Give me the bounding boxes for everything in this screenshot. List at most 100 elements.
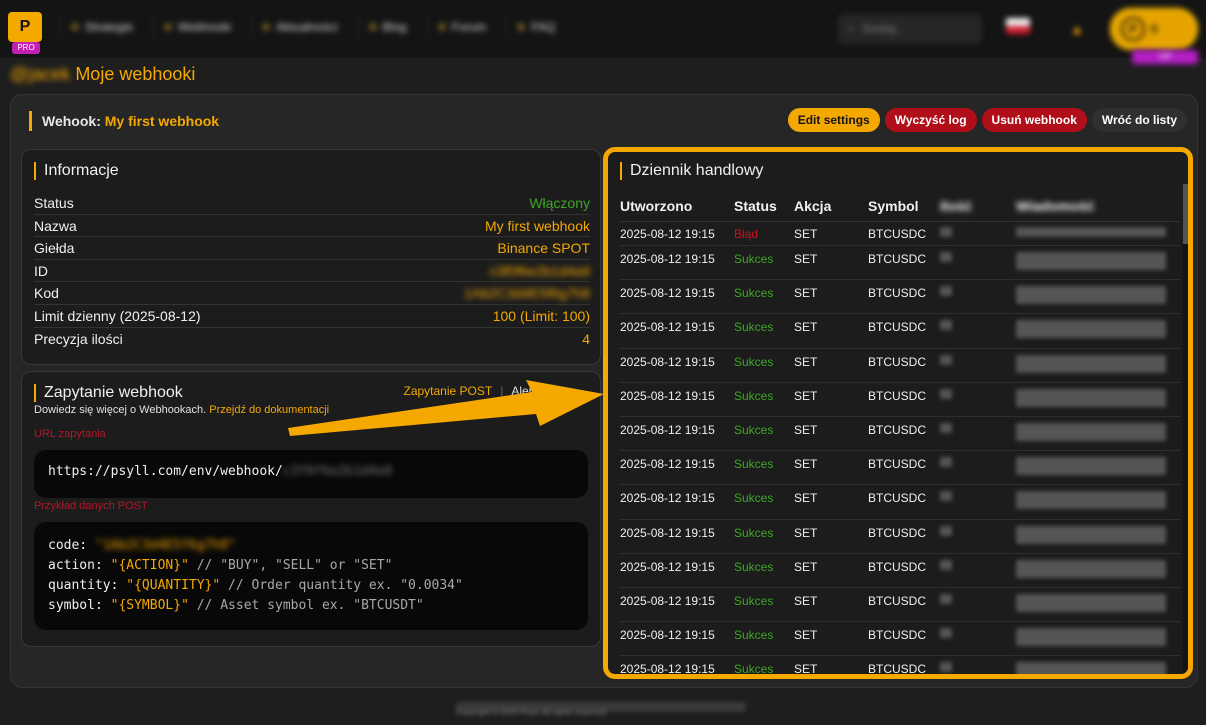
nav-item-blog[interactable]: Blog: [357, 16, 417, 38]
scrollbar-thumb[interactable]: [1183, 184, 1188, 244]
trade-log-title: Dziennik handlowy: [620, 162, 763, 180]
nav-item-forum[interactable]: Forum: [426, 16, 497, 38]
info-value: c3f0f6e2b1d4a9: [489, 262, 590, 279]
request-title: Zapytanie webhook: [34, 384, 183, 402]
cell-action: SET: [794, 457, 818, 472]
back-to-list-button[interactable]: Wróć do listy: [1091, 108, 1187, 132]
clear-log-button[interactable]: Wyczyść log: [884, 108, 977, 132]
redacted-block: [1016, 628, 1166, 647]
nav-item-aktualnosci[interactable]: Aktualności: [251, 16, 347, 38]
table-row: 2025-08-12 19:15 Sukces SET BTCUSDC: [620, 554, 1180, 588]
search-input[interactable]: ⌕ Szukaj...: [838, 14, 982, 44]
column-header: Ilość: [940, 198, 972, 214]
cell-action: SET: [794, 320, 818, 335]
code-line-code: code: "1Ab2C3d4E5f6g7h8": [48, 536, 574, 556]
nav-icon: [71, 23, 79, 31]
annotation-arrow-icon: [288, 380, 604, 436]
cell-action: SET: [794, 286, 818, 301]
post-example-box[interactable]: code: "1Ab2C3d4E5f6g7h8" action: "{ACTIO…: [34, 522, 588, 630]
nav-item-strategie[interactable]: Strategie: [60, 16, 143, 38]
table-row: 2025-08-12 19:15 Sukces SET BTCUSDC: [620, 622, 1180, 657]
info-row-daily-limit: Limit dzienny (2025-08-12) 100 (Limit: 10…: [34, 305, 590, 328]
redacted-block: [940, 628, 952, 639]
redacted-block: [940, 491, 952, 502]
cell-symbol: BTCUSDC: [868, 662, 927, 677]
request-description-text: Dowiedz się więcej o Webhookach.: [34, 404, 207, 416]
redacted-block: [940, 320, 952, 331]
table-row: 2025-08-12 19:15 Sukces SET BTCUSDC: [620, 656, 1180, 677]
cell-symbol: BTCUSDC: [868, 593, 927, 608]
logo-badge: PRO: [12, 42, 40, 54]
delete-webhook-button[interactable]: Usuń webhook: [981, 108, 1087, 132]
logo-badge-text: PRO: [17, 43, 35, 52]
cell-date: 2025-08-12 19:15: [620, 457, 715, 472]
logo[interactable]: P: [8, 12, 42, 42]
cell-action: SET: [794, 559, 818, 574]
url-label: URL zapytania: [34, 428, 106, 440]
cell-symbol: BTCUSDC: [868, 320, 927, 335]
nav-item-faq[interactable]: FAQ: [506, 16, 565, 38]
bell-icon[interactable]: ▲: [1068, 20, 1086, 38]
cell-quantity: [940, 388, 1016, 416]
info-label: Limit dzienny (2025-08-12): [34, 307, 201, 324]
edit-settings-button[interactable]: Edit settings: [787, 108, 880, 132]
trade-log-table: Utworzono Status Akcja Symbol Ilość Wiad…: [620, 190, 1180, 677]
cell-message: [1016, 320, 1180, 347]
top-navigation: P PRO Strategie Webhooki Aktualności Blo…: [0, 0, 1206, 64]
code-line-symbol: symbol: "{SYMBOL}" // Asset symbol ex. "…: [48, 596, 574, 616]
coin-icon: P: [1121, 17, 1145, 41]
cell-action: SET: [794, 525, 818, 540]
cell-message: [1016, 525, 1180, 553]
cell-message: [1016, 457, 1180, 484]
cell-symbol: BTCUSDC: [868, 388, 927, 403]
redacted-block: [1016, 662, 1166, 674]
table-row: 2025-08-12 19:15 Sukces SET BTCUSDC: [620, 349, 1180, 383]
info-label: Precyzja ilości: [34, 330, 123, 347]
cell-symbol: BTCUSDC: [868, 457, 927, 472]
cell-status: Sukces: [734, 388, 774, 403]
code-value: "1Ab2C3d4E5f6g7h8": [94, 538, 236, 553]
nav-item-label: Forum: [451, 20, 487, 34]
cell-action: SET: [794, 354, 818, 369]
redacted-block: [940, 525, 952, 536]
cell-date: 2025-08-12 19:15: [620, 491, 715, 506]
cell-quantity: [940, 320, 1016, 347]
cell-status: Sukces: [734, 320, 774, 335]
coin-letter: P: [1128, 22, 1137, 36]
info-row-code: Kod 1Ab2C3d4E5f6g7h8: [34, 282, 590, 305]
post-example-label: Przykład danych POST: [34, 500, 148, 512]
info-value: Binance SPOT: [497, 240, 590, 257]
table-row: 2025-08-12 19:15 Sukces SET BTCUSDC: [620, 383, 1180, 417]
url-box[interactable]: https://psyll.com/env/webhook/c3f0f6e2b1…: [34, 450, 588, 498]
nav-item-label: Strategie: [85, 20, 134, 34]
redacted-block: [940, 559, 952, 570]
cell-date: 2025-08-12 19:15: [620, 559, 715, 574]
redacted-block: [1016, 354, 1166, 373]
language-flag-icon[interactable]: [1006, 18, 1030, 34]
redacted-block: [940, 227, 952, 237]
cell-status: Sukces: [734, 559, 774, 574]
info-label: Nazwa: [34, 217, 77, 234]
cell-message: [1016, 286, 1180, 313]
nav-item-webhooki[interactable]: Webhooki: [153, 16, 241, 38]
redacted-block: [940, 286, 952, 297]
scrollbar[interactable]: [1183, 184, 1188, 674]
redacted-block: [940, 422, 952, 433]
cell-action: SET: [794, 388, 818, 403]
cell-message: [1016, 354, 1180, 382]
code-comment: // Asset symbol ex. "BTCUSDT": [196, 598, 424, 613]
cell-quantity: [940, 525, 1016, 553]
table-row: 2025-08-12 19:15 Sukces SET BTCUSDC: [620, 451, 1180, 486]
info-label: Status: [34, 195, 74, 211]
cell-date: 2025-08-12 19:15: [620, 388, 715, 403]
info-value: My first webhook: [484, 217, 590, 234]
column-header: Utworzono: [620, 198, 693, 214]
cell-symbol: BTCUSDC: [868, 525, 927, 540]
cell-quantity: [940, 457, 1016, 484]
credits-button[interactable]: P 0: [1110, 8, 1198, 50]
column-header: Status: [734, 198, 777, 214]
cell-symbol: BTCUSDC: [868, 354, 927, 369]
cell-action: SET: [794, 252, 818, 266]
cell-status: Sukces: [734, 354, 774, 369]
page-user: @jacek: [10, 64, 71, 84]
